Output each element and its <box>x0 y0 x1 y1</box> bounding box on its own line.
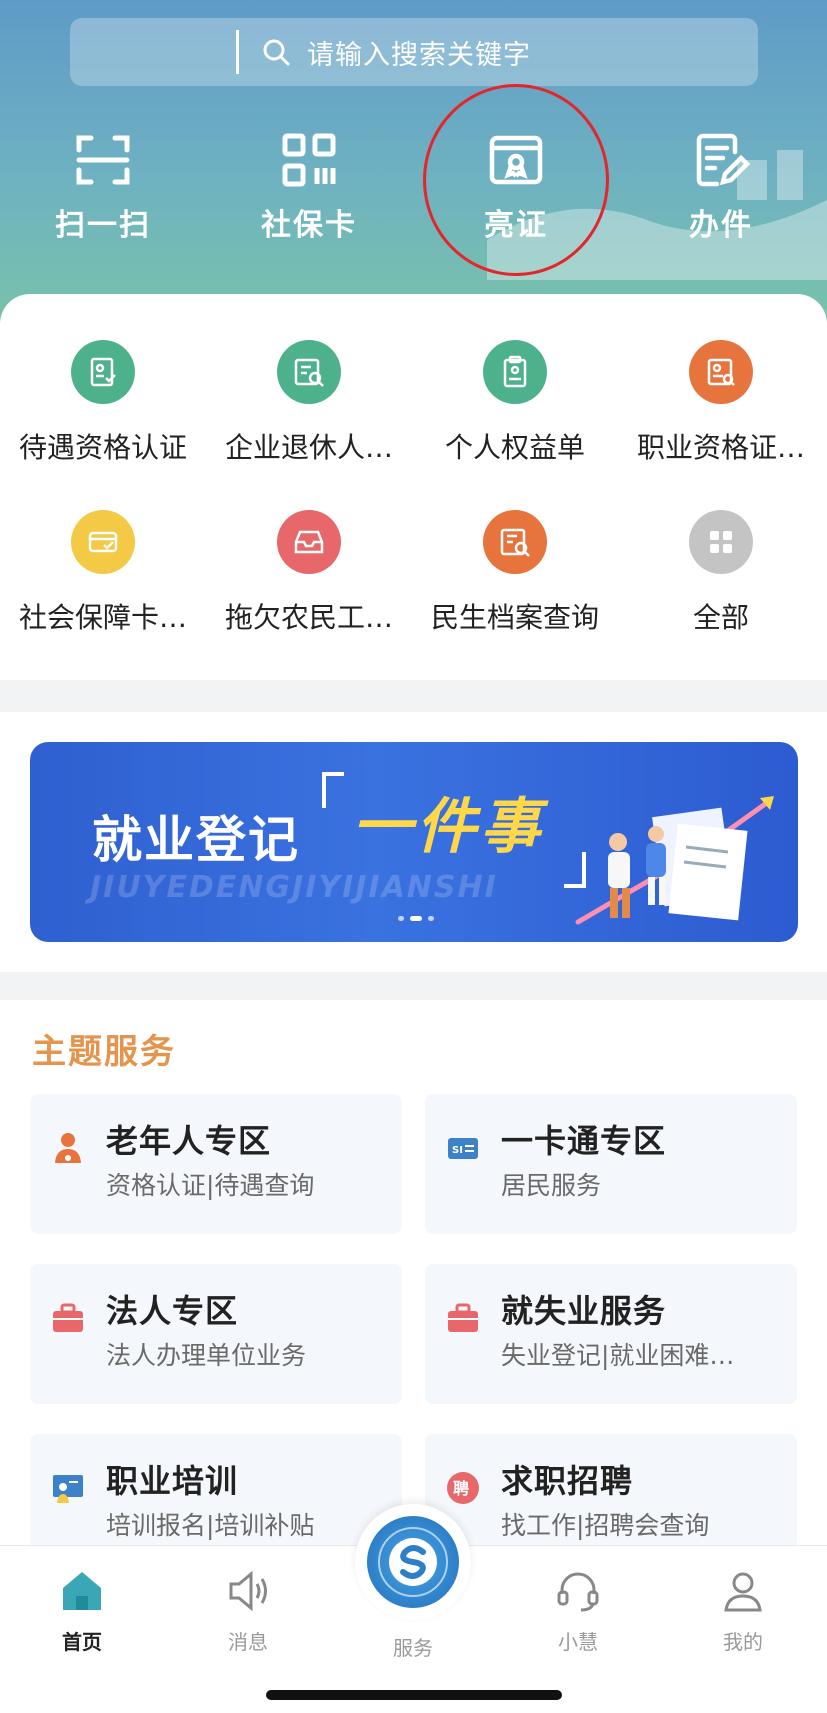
carousel-dot-active <box>410 916 422 921</box>
service-grid: 待遇资格认证 企业退休人… 个人权益单 职业资格证… 社会保障卡… 拖欠农民工… <box>0 294 827 680</box>
theme-card-title: 老年人专区 <box>106 1122 272 1160</box>
service-label: 企业退休人… <box>224 431 393 464</box>
clipboard-icon <box>483 340 547 404</box>
theme-card-title: 职业培训 <box>106 1462 239 1500</box>
inbox-icon <box>277 510 341 574</box>
theme-card-title: 求职招聘 <box>501 1462 634 1500</box>
banner-pinyin: JIUYEDENGJIYIJIANSHI <box>90 870 498 905</box>
service-label: 个人权益单 <box>444 431 585 464</box>
home-icon <box>63 1572 101 1610</box>
si-card-icon: SI <box>448 1138 478 1159</box>
banner-title: 就业登记 <box>92 811 300 869</box>
theme-card-title: 一卡通专区 <box>501 1122 667 1160</box>
tab-label: 首页 <box>62 1630 102 1654</box>
theme-card-title: 就失业服务 <box>501 1292 667 1330</box>
user-icon <box>724 1572 762 1612</box>
theme-card-one-card[interactable]: SI 一卡通专区 居民服务 <box>425 1094 797 1234</box>
svg-text:SI: SI <box>452 1145 463 1156</box>
theme-card-subtitle: 法人办理单位业务 <box>106 1341 307 1370</box>
home-indicator <box>266 1690 562 1700</box>
banner-bracket-left <box>322 772 344 808</box>
banner-highlight: 一件事 <box>352 792 544 862</box>
tab-label: 我的 <box>723 1630 763 1654</box>
theme-services: 主题服务 老年人专区 资格认证|待遇查询 SI 一卡通专区 居民服务 法人专区 … <box>0 1000 827 1574</box>
quick-action-label: 社保卡 <box>261 208 357 243</box>
quick-action-social-card[interactable]: 社保卡 <box>224 130 394 244</box>
service-item[interactable]: 职业资格证… <box>618 340 824 466</box>
search-icon <box>263 39 290 66</box>
theme-card-subtitle: 居民服务 <box>501 1171 602 1200</box>
service-item[interactable]: 待遇资格认证 <box>0 340 206 466</box>
search-divider <box>236 30 239 74</box>
tab-label: 小慧 <box>558 1630 598 1654</box>
theme-card-subtitle: 找工作|招聘会查询 <box>501 1511 710 1540</box>
tab-mine[interactable]: 我的 <box>683 1566 803 1655</box>
carousel-dot <box>428 916 434 921</box>
service-item[interactable]: 企业退休人… <box>206 340 412 466</box>
theme-card-title: 法人专区 <box>106 1292 239 1330</box>
qrcode-icon <box>282 133 336 187</box>
certification-icon <box>71 340 135 404</box>
tab-assistant[interactable]: 小慧 <box>518 1566 638 1655</box>
briefcase-icon <box>448 1303 478 1332</box>
carousel-dot <box>398 916 404 921</box>
edit-document-icon <box>696 133 751 187</box>
service-label: 职业资格证… <box>636 431 805 464</box>
training-icon <box>53 1475 83 1503</box>
service-item[interactable]: 个人权益单 <box>412 340 618 466</box>
service-item[interactable]: 全部 <box>618 510 824 636</box>
service-label: 全部 <box>692 601 749 634</box>
bottom-tab-bar: 首页 消息 服务 小慧 我的 <box>0 1504 827 1713</box>
archive-search-icon <box>483 510 547 574</box>
qualification-icon <box>689 340 753 404</box>
quick-action-handle[interactable]: 办件 <box>636 130 806 244</box>
scan-icon <box>76 135 130 185</box>
service-label: 拖欠农民工… <box>224 601 393 634</box>
banner-illustration <box>575 796 774 925</box>
service-label: 社会保障卡… <box>18 601 187 634</box>
theme-card-subtitle: 失业登记|就业困难… <box>501 1341 735 1370</box>
headset-icon <box>557 1572 599 1612</box>
tab-service[interactable]: 服务 <box>353 1622 473 1661</box>
quick-action-label: 扫一扫 <box>55 208 151 243</box>
service-center-button[interactable] <box>355 1504 471 1620</box>
recruit-icon: 聘 <box>447 1472 479 1504</box>
carousel-indicator[interactable] <box>398 916 434 921</box>
tab-messages[interactable]: 消息 <box>188 1566 308 1655</box>
theme-card-subtitle: 资格认证|待遇查询 <box>106 1171 315 1200</box>
speaker-icon <box>229 1570 267 1612</box>
tab-label: 消息 <box>228 1630 268 1654</box>
promo-banner[interactable]: JIUYEDENGJIYIJIANSHI 就业登记 一件事 <box>30 742 798 942</box>
theme-card-subtitle: 培训报名|培训补贴 <box>106 1511 315 1540</box>
theme-card-employment[interactable]: 就失业服务 失业登记|就业困难… <box>425 1264 797 1404</box>
grid-icon <box>689 510 753 574</box>
search-bar[interactable]: 请输入搜索关键字 <box>70 18 758 86</box>
service-item[interactable]: 民生档案查询 <box>412 510 618 636</box>
search-input[interactable]: 请输入搜索关键字 <box>307 33 531 72</box>
header: 请输入搜索关键字 扫一扫 社保卡 亮证 办件 <box>0 0 827 330</box>
service-label: 待遇资格认证 <box>18 431 187 464</box>
tab-label: 服务 <box>393 1636 433 1660</box>
retiree-search-icon <box>277 340 341 404</box>
svg-text:聘: 聘 <box>453 1479 469 1498</box>
quick-action-label: 办件 <box>689 208 753 243</box>
highlight-circle <box>423 84 609 276</box>
service-item[interactable]: 社会保障卡… <box>0 510 206 636</box>
theme-card-legal-person[interactable]: 法人专区 法人办理单位业务 <box>30 1264 402 1404</box>
quick-action-scan[interactable]: 扫一扫 <box>18 130 188 244</box>
service-logo-icon <box>367 1516 459 1608</box>
section-title: 主题服务 <box>32 1032 176 1072</box>
card-check-icon <box>71 510 135 574</box>
elderly-icon <box>55 1133 81 1163</box>
banner-section: JIUYEDENGJIYIJIANSHI 就业登记 一件事 <box>0 712 827 972</box>
tab-home[interactable]: 首页 <box>22 1566 142 1655</box>
theme-card-elderly[interactable]: 老年人专区 资格认证|待遇查询 <box>30 1094 402 1234</box>
service-item[interactable]: 拖欠农民工… <box>206 510 412 636</box>
service-label: 民生档案查询 <box>430 601 599 634</box>
briefcase-icon <box>53 1303 83 1332</box>
